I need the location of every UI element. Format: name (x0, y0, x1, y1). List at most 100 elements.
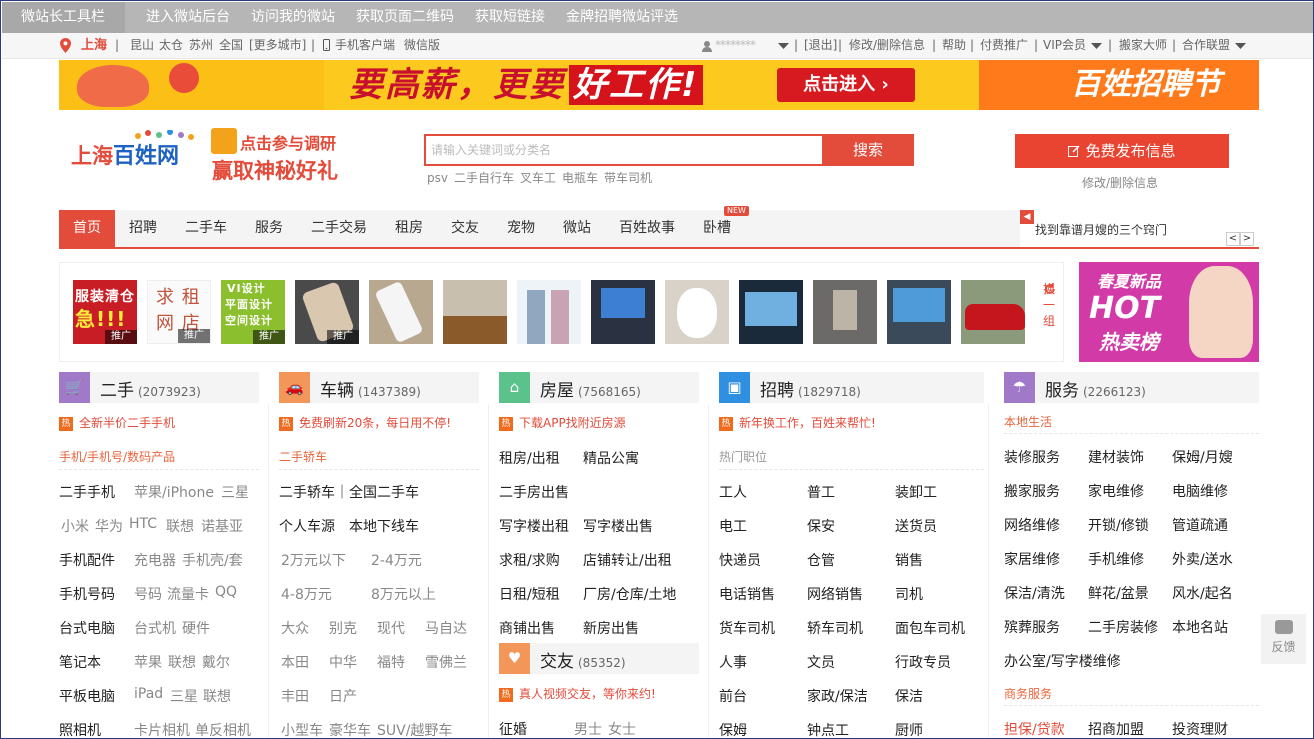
weixin-link[interactable]: 微信版 (404, 33, 440, 58)
site-logo[interactable]: 上海百姓网 (71, 130, 194, 170)
hot-promo[interactable]: 热下载APP找附近房源 (499, 414, 626, 431)
gallery-item[interactable] (887, 280, 951, 344)
category-link[interactable]: 风水/起名 (1172, 583, 1233, 603)
hot-keyword[interactable]: psv (427, 171, 448, 185)
category-link[interactable]: 三星 (170, 686, 198, 706)
nav-services[interactable]: 服务 (241, 210, 297, 247)
toolbar-link-qrcode[interactable]: 获取页面二维码 (356, 2, 454, 33)
category-link[interactable]: 仓管 (807, 550, 835, 570)
moving-master-link[interactable]: 搬家大师 (1119, 33, 1167, 58)
hot-promo[interactable]: 热全新半价二手手机 (59, 414, 175, 431)
nav-second-hand[interactable]: 二手交易 (297, 210, 381, 247)
category-link[interactable]: 电话销售 (719, 584, 775, 604)
city-link-suzhou[interactable]: 苏州 (189, 33, 213, 58)
gallery-item[interactable]: 服装清仓 急!!! 推广 (73, 280, 137, 344)
category-link[interactable]: 工人 (719, 482, 747, 502)
category-link[interactable]: 日租/短租 (499, 584, 560, 604)
category-link[interactable]: 平板电脑 (59, 686, 115, 706)
category-link[interactable]: 卡片相机 (134, 720, 190, 738)
category-link[interactable]: 二手房出售 (499, 482, 569, 502)
category-link[interactable]: 钟点工 (807, 720, 849, 738)
category-link[interactable]: 男士 (574, 719, 602, 738)
category-link[interactable]: 搬家服务 (1004, 481, 1060, 501)
category-link[interactable]: 快递员 (719, 550, 761, 570)
category-link[interactable]: 商铺出售 (499, 618, 555, 638)
category-link[interactable]: 司机 (895, 584, 923, 604)
category-link[interactable]: 面包车司机 (895, 618, 965, 638)
category-link[interactable]: 办公室/写字楼维修 (1004, 651, 1121, 671)
chevron-down-icon[interactable] (778, 43, 789, 49)
city-link-national[interactable]: 全国 (219, 33, 243, 58)
publish-edit-link[interactable]: 修改/删除信息 (1082, 174, 1158, 191)
nav-home[interactable]: 首页 (59, 210, 115, 247)
category-link[interactable]: 诺基亚 (201, 516, 243, 536)
category-link[interactable]: 马自达 (425, 618, 467, 638)
category-link[interactable]: 本田 (281, 652, 309, 672)
category-link[interactable]: 联想 (166, 516, 194, 536)
category-link[interactable]: 鲜花/盆景 (1088, 583, 1149, 603)
category-link[interactable]: 单反相机 (195, 720, 251, 738)
notice-text[interactable]: 找到靠谱月嫂的三个窍门 (1035, 221, 1167, 238)
category-link[interactable]: 新房出售 (583, 618, 639, 638)
category-link[interactable]: 福特 (377, 652, 405, 672)
category-link[interactable]: 保洁 (895, 686, 923, 706)
nav-dating[interactable]: 交友 (437, 210, 493, 247)
category-link[interactable]: 行政专员 (895, 652, 951, 672)
category-link[interactable]: 手机配件 (59, 550, 115, 570)
category-link[interactable]: 流量卡 (167, 584, 209, 604)
category-link[interactable]: 保洁/清洗 (1004, 583, 1065, 603)
category-link[interactable]: 建材装饰 (1088, 447, 1144, 467)
category-link[interactable]: 联想 (168, 652, 196, 672)
category-header[interactable]: 🛒 二手 (2073923) (59, 372, 259, 403)
category-link[interactable]: 装修服务 (1004, 447, 1060, 467)
category-link[interactable]: 店铺转让/出租 (583, 550, 672, 570)
nav-used-cars[interactable]: 二手车 (171, 210, 241, 247)
category-link[interactable]: QQ (215, 584, 237, 600)
category-link[interactable]: 保姆 (719, 720, 747, 738)
category-link[interactable]: 轿车司机 (807, 618, 863, 638)
nav-stories[interactable]: 百姓故事 (605, 210, 689, 247)
hot-promo[interactable]: 热免费刷新20条，每日用不停! (279, 414, 451, 431)
category-link[interactable]: 家政/保洁 (807, 686, 868, 706)
help-link[interactable]: 帮助 (942, 33, 966, 58)
category-header[interactable]: ▣ 招聘 (1829718) (719, 372, 984, 403)
nav-rent[interactable]: 租房 (381, 210, 437, 247)
city-link-kunshan[interactable]: 昆山 (130, 33, 154, 58)
gallery-item[interactable] (813, 280, 877, 344)
category-link[interactable]: SUV/越野车 (377, 720, 452, 738)
category-link[interactable]: 装卸工 (895, 482, 937, 502)
category-link[interactable]: 写字楼出租 (499, 516, 569, 536)
category-link[interactable]: 豪华车 (329, 720, 371, 738)
category-link[interactable]: 8万元以上 (371, 584, 436, 604)
chevron-down-icon[interactable] (1235, 43, 1246, 49)
mobile-client-link[interactable]: 手机客户端 (335, 33, 395, 58)
recruit-banner[interactable]: 要高薪，更要 好工作! 点击进入 › 百姓招聘节 (59, 60, 1259, 110)
survey-promo[interactable]: 点击参与调研 赢取神秘好礼 (208, 125, 340, 185)
category-link[interactable]: 充电器 (134, 550, 176, 570)
category-link[interactable]: 家电维修 (1088, 481, 1144, 501)
category-link[interactable]: 苹果 (134, 652, 162, 672)
category-link[interactable]: 2-4万元 (371, 550, 422, 570)
category-link[interactable]: 台式电脑 (59, 618, 115, 638)
nav-jobs[interactable]: 招聘 (115, 210, 171, 247)
paid-promo-link[interactable]: 付费推广 (980, 33, 1028, 58)
category-link[interactable]: 精品公寓 (583, 448, 639, 468)
subcategory-title[interactable]: 手机/手机号/数码产品 (59, 448, 175, 465)
category-link[interactable]: 送货员 (895, 516, 937, 536)
gallery-item[interactable] (517, 280, 581, 344)
category-link[interactable]: 中华 (329, 652, 357, 672)
category-link[interactable]: 写字楼出售 (583, 516, 653, 536)
category-link[interactable]: 华为 (95, 516, 123, 536)
category-link[interactable]: 笔记本 (59, 652, 101, 672)
category-link[interactable]: 小米 (61, 516, 89, 536)
gallery-item[interactable] (739, 280, 803, 344)
gallery-item[interactable] (591, 280, 655, 344)
gallery-item[interactable]: 推广 (295, 280, 359, 344)
category-link[interactable]: 货车司机 (719, 618, 775, 638)
category-link[interactable]: 人事 (719, 652, 747, 672)
category-link[interactable]: 电工 (719, 516, 747, 536)
category-link[interactable]: 殡葬服务 (1004, 617, 1060, 637)
hot-keyword[interactable]: 二手自行车 (454, 171, 514, 185)
category-link[interactable]: 个人车源 (279, 516, 335, 536)
publish-button[interactable]: 免费发布信息 (1015, 134, 1229, 168)
